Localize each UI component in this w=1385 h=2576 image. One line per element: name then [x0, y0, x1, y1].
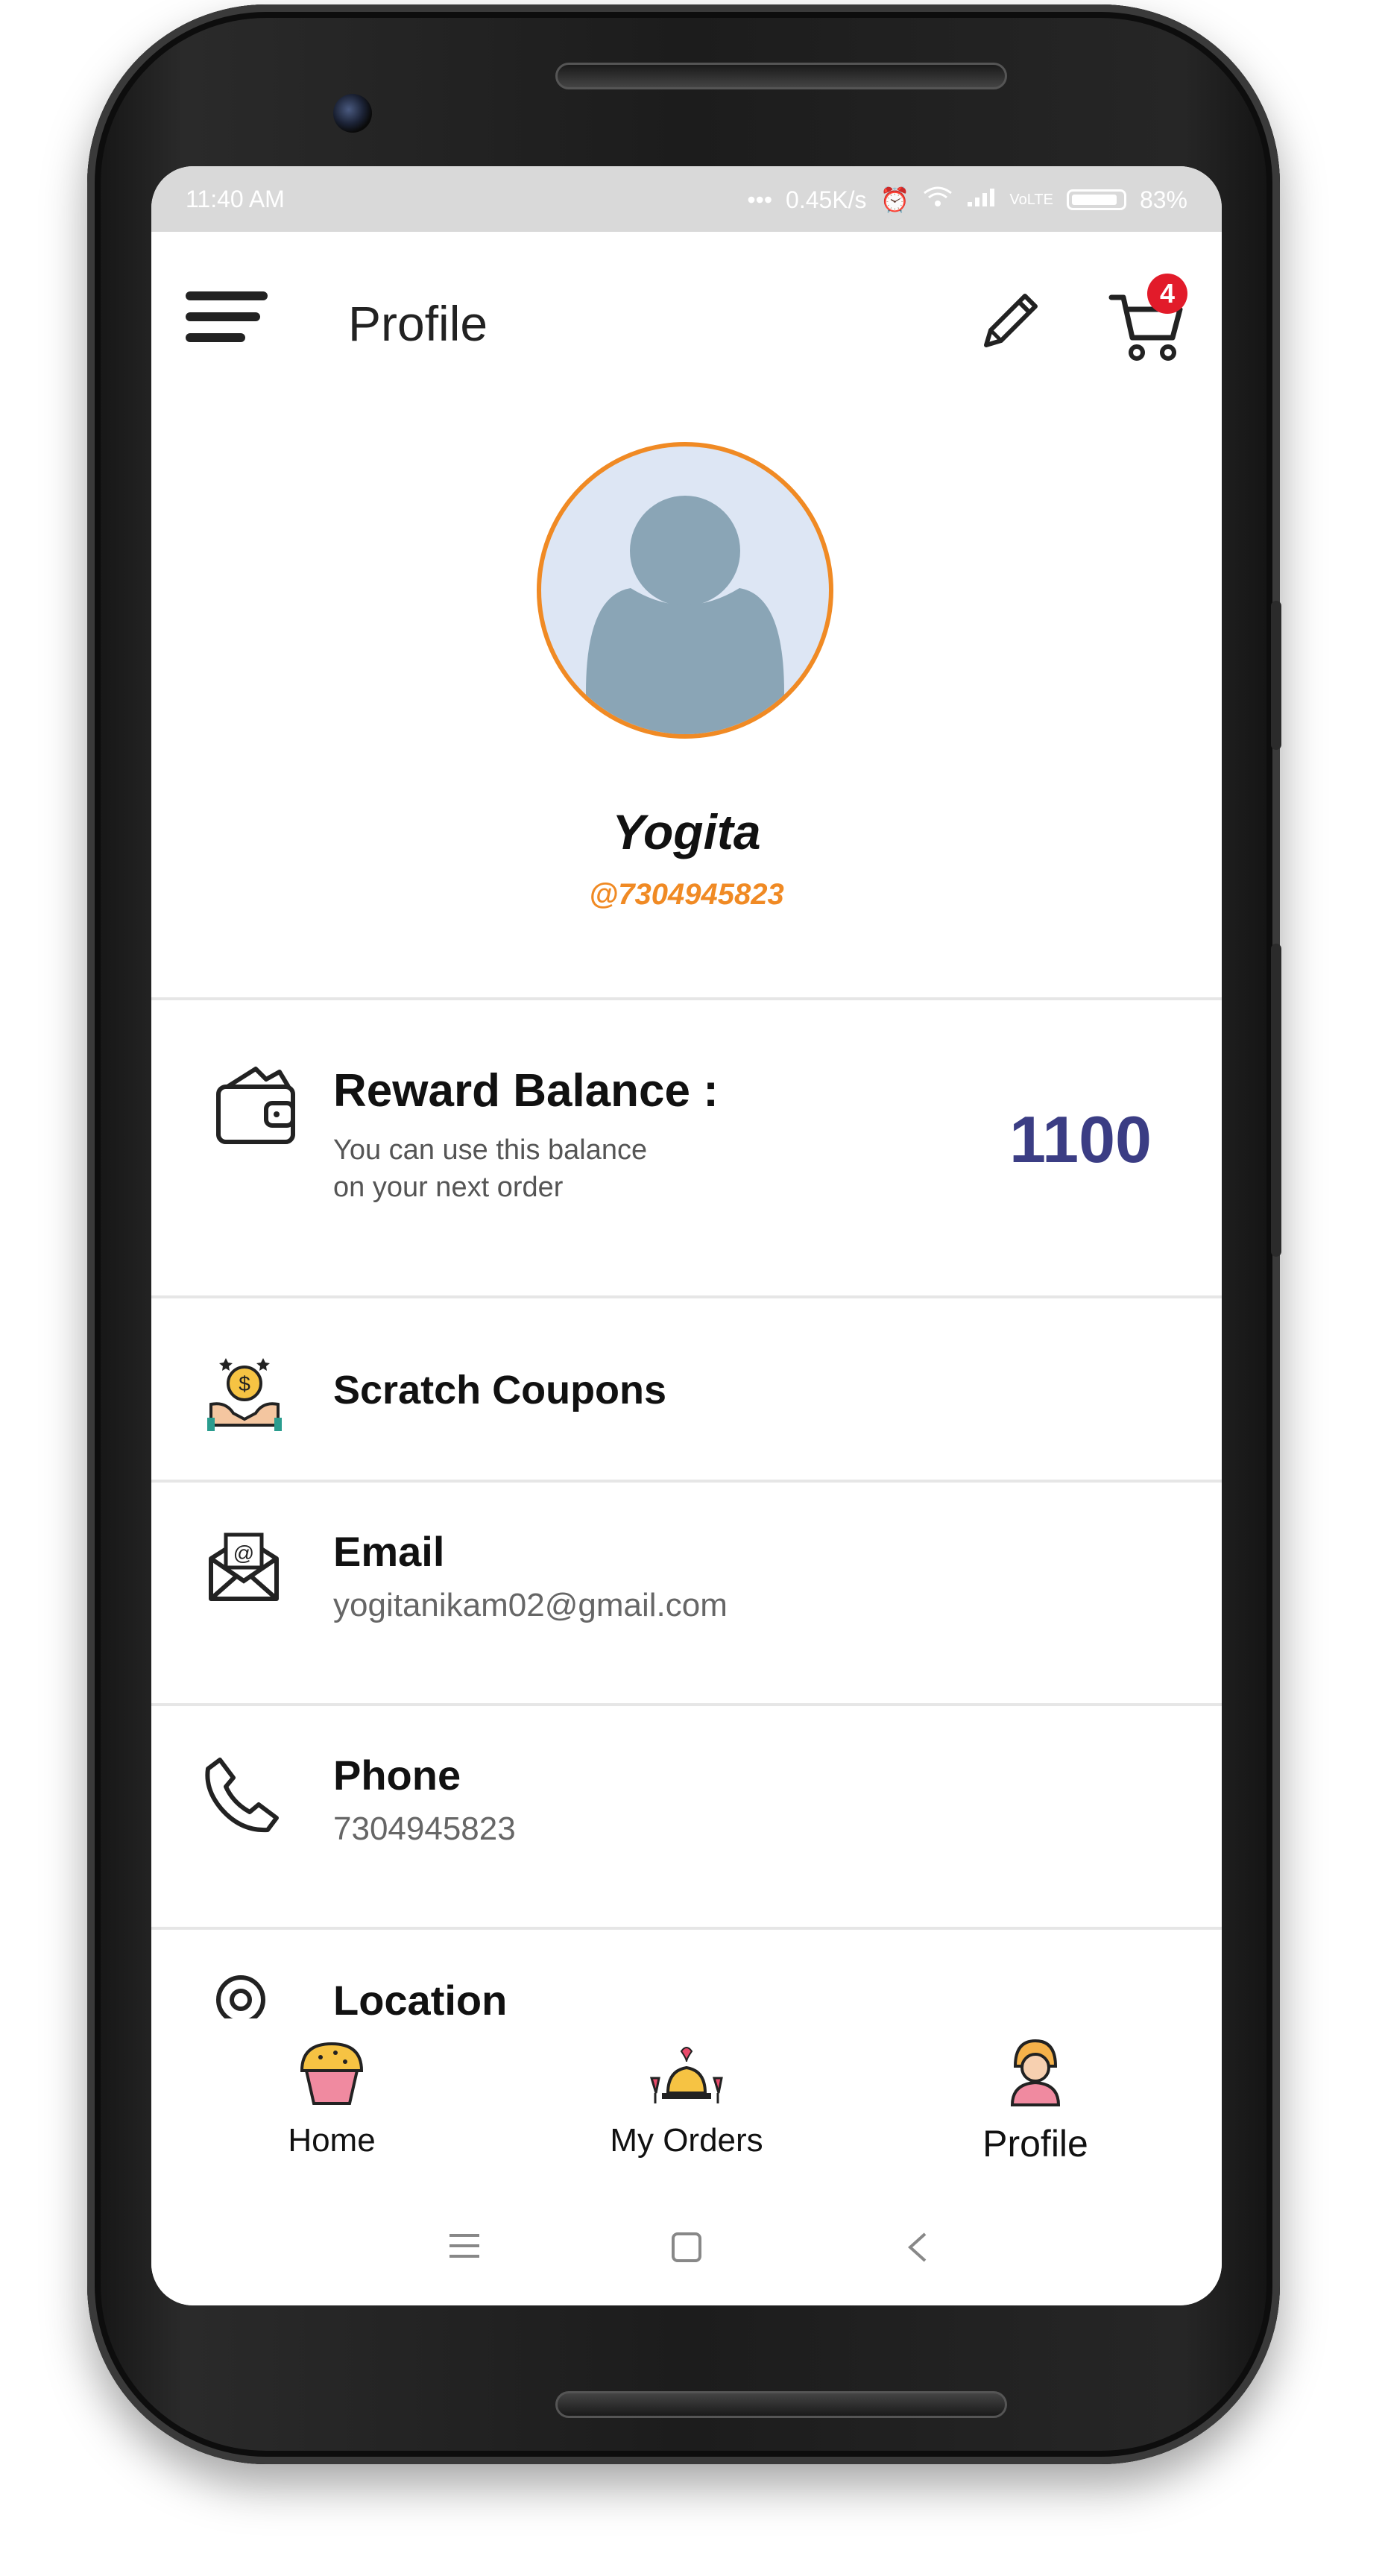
svg-text:@: @ — [233, 1541, 254, 1565]
status-icons: ••• 0.45K/s ⏰ VoLTE 83% — [747, 186, 1187, 214]
menu-icon[interactable] — [186, 291, 275, 344]
email-row[interactable]: @ Email yogitanikam02@gmail.com — [151, 1483, 1222, 1703]
scratch-coupons-title: Scratch Coupons — [333, 1368, 667, 1412]
bottom-speaker — [555, 2391, 1007, 2418]
phone-label: Phone — [333, 1752, 461, 1799]
system-home-button[interactable] — [670, 2231, 703, 2267]
avatar[interactable] — [537, 442, 833, 739]
power-button — [1271, 944, 1281, 1257]
user-name: Yogita — [612, 804, 761, 859]
wifi-icon — [923, 186, 953, 214]
system-recents-button[interactable] — [448, 2231, 481, 2264]
email-label: Email — [333, 1528, 445, 1575]
nav-profile-label: Profile — [982, 2123, 1088, 2165]
nav-home-label: Home — [288, 2122, 376, 2159]
system-back-button[interactable] — [904, 2231, 931, 2267]
coupon-coins-icon: $ — [207, 1358, 282, 1431]
hamburger-icon — [449, 2234, 479, 2258]
location-row[interactable]: Location — [151, 1930, 1222, 2018]
nav-my-orders-label: My Orders — [610, 2122, 763, 2159]
wallet-icon — [216, 1067, 295, 1144]
location-pin-icon — [216, 1975, 265, 2018]
cart-count-badge: 4 — [1147, 274, 1187, 314]
reward-value: 1100 — [1009, 1102, 1152, 1176]
user-handle: @7304945823 — [589, 878, 784, 911]
phone-icon — [205, 1758, 279, 1833]
signal-icon — [966, 186, 996, 214]
square-icon — [672, 2232, 701, 2262]
network-speed: 0.45K/s — [786, 186, 867, 213]
user-silhouette-icon — [586, 496, 784, 734]
nav-home[interactable]: Home — [220, 2018, 444, 2159]
user-avatar-icon — [1010, 2039, 1061, 2106]
phone-value: 7304945823 — [333, 1811, 516, 1847]
battery-percent: 83% — [1139, 186, 1187, 213]
status-time: 11:40 AM — [186, 186, 285, 212]
divider — [151, 997, 1222, 1000]
back-chevron-icon — [908, 2232, 927, 2262]
reward-title: Reward Balance : — [333, 1065, 719, 1117]
volte-icon: VoLTE — [1009, 191, 1053, 208]
nav-profile[interactable]: Profile — [924, 2018, 1147, 2165]
email-value: yogitanikam02@gmail.com — [333, 1587, 728, 1623]
volume-button — [1271, 601, 1281, 750]
svg-text:$: $ — [239, 1372, 250, 1395]
reward-subtitle-line1: You can use this balance — [333, 1134, 648, 1166]
phone-row[interactable]: Phone 7304945823 — [151, 1706, 1222, 1927]
dinner-cloche-icon — [649, 2047, 723, 2103]
battery-icon — [1066, 189, 1126, 210]
front-camera — [333, 94, 372, 133]
page-title: Profile — [348, 296, 488, 351]
alarm-off-icon: ⏰ — [880, 186, 910, 213]
muffin-icon — [300, 2042, 364, 2105]
app-bar: Profile 4 — [151, 232, 1222, 388]
nav-my-orders[interactable]: My Orders — [575, 2018, 798, 2159]
scratch-coupons-row[interactable]: $ Scratch Coupons — [151, 1298, 1222, 1477]
edit-pencil-icon[interactable] — [971, 284, 1046, 359]
status-bar: 11:40 AM ••• 0.45K/s ⏰ VoLTE 83% — [151, 166, 1222, 232]
reward-subtitle: You can use this balance on your next or… — [333, 1131, 780, 1206]
location-label: Location — [333, 1977, 508, 2018]
more-dots-icon: ••• — [747, 186, 773, 213]
earpiece-speaker — [555, 63, 1007, 89]
reward-subtitle-line2: on your next order — [333, 1172, 564, 1203]
app-screen: 11:40 AM ••• 0.45K/s ⏰ VoLTE 83% Profile — [151, 166, 1222, 2305]
email-icon: @ — [209, 1532, 279, 1601]
